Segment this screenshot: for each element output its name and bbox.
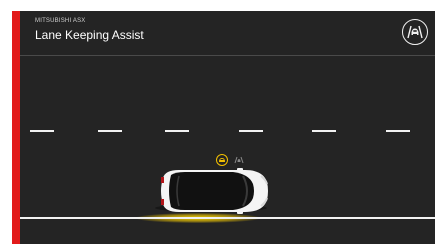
vehicle-top-view — [155, 168, 268, 214]
page-title: Lane Keeping Assist — [35, 28, 144, 42]
lane-dash — [98, 130, 122, 132]
lane-keeping-car-icon — [407, 25, 423, 39]
lane-dash — [239, 130, 263, 132]
solid-lane-line — [20, 217, 435, 219]
lane-dash — [386, 130, 410, 132]
lane-assist-inactive-icon — [233, 154, 245, 166]
lane-assist-active-icon — [216, 154, 228, 166]
road-view — [20, 56, 435, 244]
lane-keeping-button[interactable] — [402, 19, 428, 45]
header: MITSUBISHI ASX Lane Keeping Assist — [20, 11, 435, 56]
lane-dash — [165, 130, 189, 132]
lane-dash — [312, 130, 336, 132]
brand-label: MITSUBISHI ASX — [35, 18, 86, 24]
lane-dash — [30, 130, 54, 132]
lane-keeping-assist-screen: MITSUBISHI ASX Lane Keeping Assist — [12, 11, 435, 244]
accent-bar — [12, 11, 20, 244]
